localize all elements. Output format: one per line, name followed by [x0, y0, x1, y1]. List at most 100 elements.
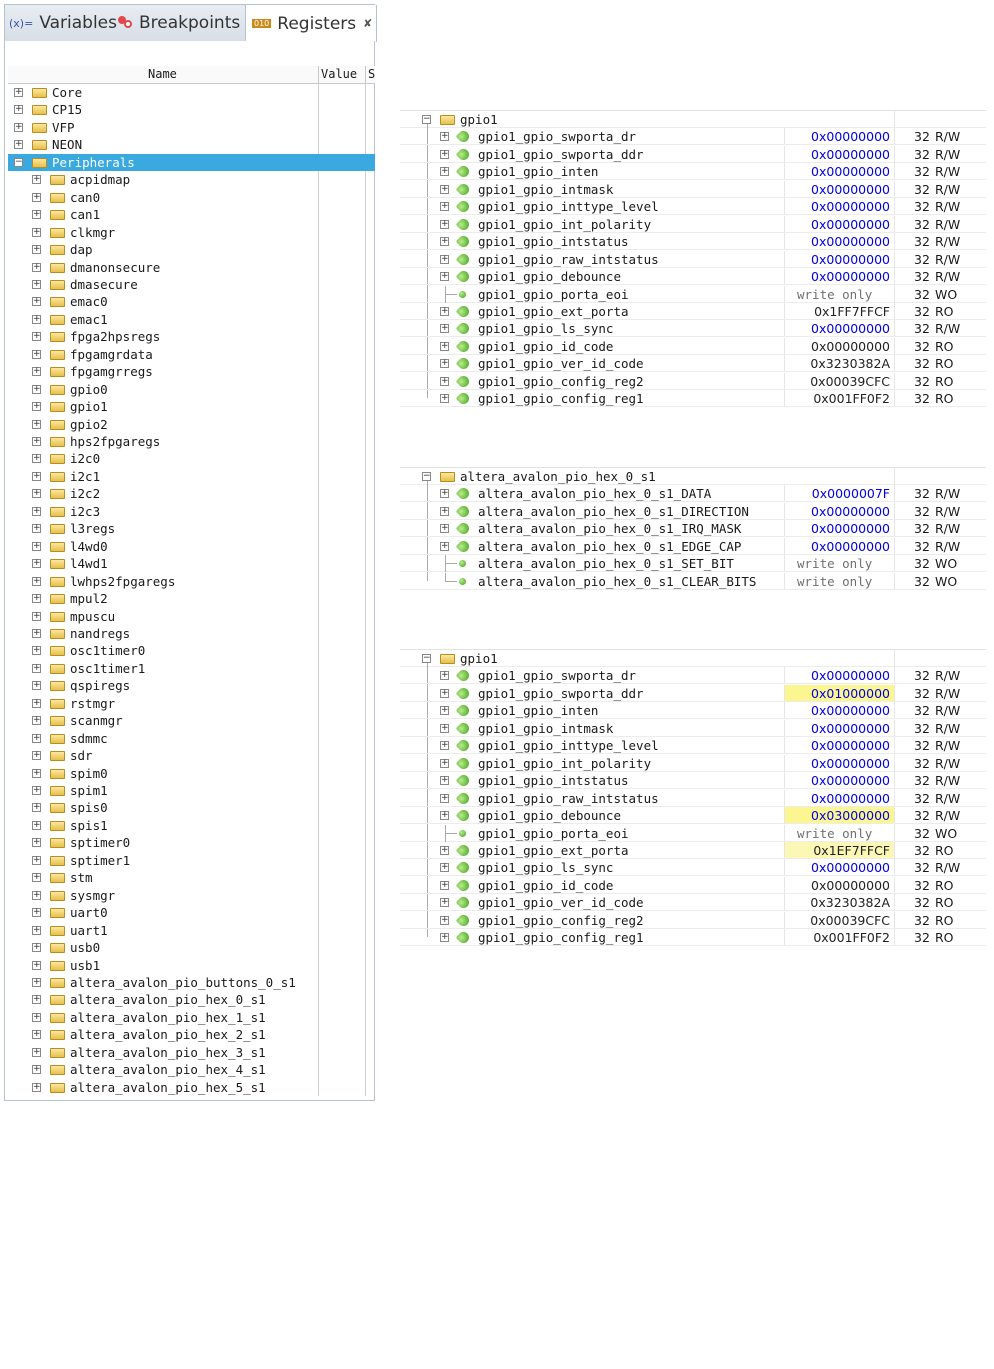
- tree-item[interactable]: + CP15: [8, 101, 375, 118]
- expand-icon[interactable]: +: [32, 646, 41, 656]
- expand-icon[interactable]: +: [440, 132, 449, 142]
- tree-item[interactable]: + spim0: [8, 765, 375, 782]
- expand-icon[interactable]: +: [32, 210, 41, 220]
- tree-item[interactable]: + sysmgr: [8, 887, 375, 904]
- expand-icon[interactable]: +: [440, 167, 449, 177]
- expand-icon[interactable]: +: [14, 88, 23, 97]
- tree-item[interactable]: + altera_avalon_pio_hex_5_s1: [8, 1079, 375, 1096]
- tree-item[interactable]: + spis0: [8, 799, 375, 816]
- expand-icon[interactable]: +: [32, 262, 41, 272]
- expand-icon[interactable]: +: [32, 594, 41, 604]
- expand-icon[interactable]: +: [440, 376, 449, 386]
- expand-icon[interactable]: +: [440, 359, 449, 369]
- register-row[interactable]: + gpio1_gpio_int_polarity 0x00000000 32 R/W: [400, 215, 986, 233]
- register-value[interactable]: 0x00000000: [784, 667, 894, 684]
- register-value[interactable]: 0x00000000: [784, 128, 894, 145]
- tree-item[interactable]: + Core: [8, 84, 375, 101]
- register-row[interactable]: + gpio1_gpio_debounce 0x03000000 32 R/W: [400, 807, 986, 825]
- tab-breakpoints[interactable]: Breakpoints: [117, 5, 243, 41]
- register-value[interactable]: write only: [784, 824, 894, 841]
- tree-item[interactable]: + gpio0: [8, 381, 375, 398]
- tree-item[interactable]: + mpuscu: [8, 608, 375, 625]
- tree-item[interactable]: + gpio2: [8, 416, 375, 433]
- expand-icon[interactable]: +: [32, 943, 41, 953]
- tree-item[interactable]: + dmasecure: [8, 276, 375, 293]
- tree-item[interactable]: + osc1timer0: [8, 642, 375, 659]
- expand-icon[interactable]: +: [440, 237, 449, 247]
- expand-icon[interactable]: +: [440, 933, 449, 943]
- expand-icon[interactable]: +: [32, 524, 41, 534]
- register-value[interactable]: 0x0000007F: [784, 485, 894, 502]
- tree-item[interactable]: + fpgamgrregs: [8, 363, 375, 380]
- expand-icon[interactable]: +: [32, 332, 41, 342]
- expand-icon[interactable]: +: [32, 977, 41, 987]
- register-value[interactable]: write only: [784, 572, 894, 589]
- expand-icon[interactable]: +: [32, 489, 41, 499]
- expand-icon[interactable]: +: [32, 960, 41, 970]
- tree-item[interactable]: + clkmgr: [8, 224, 375, 241]
- expand-icon[interactable]: +: [32, 628, 41, 638]
- expand-icon[interactable]: +: [32, 838, 41, 848]
- expand-icon[interactable]: +: [32, 1082, 41, 1092]
- tree-item[interactable]: + i2c3: [8, 503, 375, 520]
- expand-icon[interactable]: +: [440, 811, 449, 821]
- tree-item[interactable]: + acpidmap: [8, 171, 375, 188]
- register-row[interactable]: gpio1_gpio_porta_eoi write only 32 WO: [400, 285, 986, 303]
- register-value[interactable]: 0x00000000: [784, 233, 894, 250]
- tree-item[interactable]: + lwhps2fpgaregs: [8, 573, 375, 590]
- tree-item[interactable]: + can0: [8, 189, 375, 206]
- register-value[interactable]: 0x00000000: [784, 215, 894, 232]
- register-value[interactable]: 0x00039CFC: [784, 372, 894, 389]
- expand-icon[interactable]: +: [14, 122, 23, 132]
- tree-item[interactable]: + altera_avalon_pio_buttons_0_s1: [8, 974, 375, 991]
- expand-icon[interactable]: +: [440, 671, 449, 681]
- tree-item[interactable]: + i2c0: [8, 450, 375, 467]
- register-row[interactable]: altera_avalon_pio_hex_0_s1_CLEAR_BITS wri…: [400, 572, 986, 590]
- expand-icon[interactable]: +: [32, 541, 41, 551]
- expand-icon[interactable]: +: [32, 437, 41, 446]
- expand-icon[interactable]: +: [32, 908, 41, 918]
- register-value[interactable]: 0x00000000: [784, 859, 894, 876]
- register-row[interactable]: + gpio1_gpio_config_reg1 0x001FF0F2 32 RO: [400, 929, 986, 947]
- expand-icon[interactable]: +: [440, 863, 449, 873]
- collapse-icon[interactable]: −: [422, 654, 431, 663]
- register-value[interactable]: 0x00000000: [784, 180, 894, 197]
- register-value[interactable]: 0x03000000: [784, 807, 894, 824]
- tree-item[interactable]: + dap: [8, 241, 375, 258]
- register-value[interactable]: 0x3230382A: [784, 355, 894, 372]
- register-row[interactable]: + gpio1_gpio_intstatus 0x00000000 32 R/W: [400, 233, 986, 251]
- expand-icon[interactable]: +: [32, 1012, 41, 1022]
- tree-item[interactable]: + l4wd0: [8, 538, 375, 555]
- tree-item[interactable]: + nandregs: [8, 625, 375, 642]
- register-value[interactable]: 0x00000000: [784, 876, 894, 893]
- tree-item[interactable]: − Peripherals: [8, 153, 375, 171]
- register-row[interactable]: + gpio1_gpio_raw_intstatus 0x00000000 32 R/W: [400, 250, 986, 268]
- register-row[interactable]: + gpio1_gpio_intmask 0x00000000 32 R/W: [400, 180, 986, 198]
- expand-icon[interactable]: +: [32, 245, 41, 255]
- expand-icon[interactable]: +: [440, 341, 449, 351]
- tree-item[interactable]: + emac0: [8, 293, 375, 310]
- collapse-icon[interactable]: −: [14, 157, 23, 167]
- expand-icon[interactable]: +: [440, 706, 449, 716]
- tab-variables[interactable]: (x)= Variables: [9, 5, 117, 41]
- expand-icon[interactable]: +: [440, 541, 449, 551]
- expand-icon[interactable]: +: [440, 219, 449, 229]
- register-value[interactable]: 0x00000000: [784, 163, 894, 180]
- register-row[interactable]: + altera_avalon_pio_hex_0_s1_EDGE_CAP 0x00…: [400, 537, 986, 555]
- register-row[interactable]: + gpio1_gpio_ls_sync 0x00000000 32 R/W: [400, 859, 986, 877]
- register-row[interactable]: + gpio1_gpio_raw_intstatus 0x00000000 32 R/W: [400, 789, 986, 807]
- register-row[interactable]: + gpio1_gpio_inten 0x00000000 32 R/W: [400, 163, 986, 181]
- tree-item[interactable]: + qspiregs: [8, 677, 375, 694]
- expand-icon[interactable]: +: [32, 890, 41, 900]
- register-row[interactable]: + altera_avalon_pio_hex_0_s1_DATA 0x000000…: [400, 485, 986, 503]
- tree-item[interactable]: + rstmgr: [8, 695, 375, 712]
- register-value[interactable]: 0x00000000: [784, 772, 894, 789]
- tree-item[interactable]: + sptimer1: [8, 852, 375, 869]
- register-row[interactable]: + gpio1_gpio_ls_sync 0x00000000 32 R/W: [400, 320, 986, 338]
- register-row[interactable]: + gpio1_gpio_config_reg1 0x001FF0F2 32 RO: [400, 390, 986, 408]
- register-row[interactable]: + gpio1_gpio_swporta_ddr 0x00000000 32 R/W: [400, 145, 986, 163]
- expand-icon[interactable]: +: [32, 681, 41, 691]
- tree-item[interactable]: + altera_avalon_pio_hex_4_s1: [8, 1061, 375, 1078]
- expand-icon[interactable]: +: [440, 758, 449, 768]
- tree-item[interactable]: + emac1: [8, 311, 375, 328]
